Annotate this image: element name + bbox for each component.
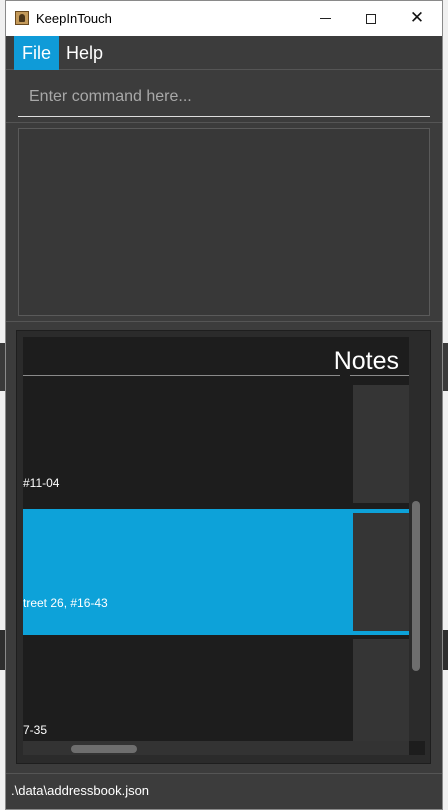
save-location: .\data\addressbook.json [11, 783, 150, 798]
horizontal-scrollbar-track[interactable] [23, 741, 409, 755]
minimize-button[interactable] [302, 1, 348, 36]
notes-header-line [350, 375, 409, 376]
row-address: 7-35 [23, 723, 48, 737]
notes-cell [353, 639, 409, 741]
command-box [18, 79, 430, 117]
menu-help[interactable]: Help [58, 36, 111, 70]
maximize-icon [366, 13, 376, 24]
divider [6, 122, 442, 123]
close-button[interactable]: ✕ [394, 1, 440, 36]
row-address: treet 26, #16-43 [23, 596, 108, 610]
notes-cell [353, 513, 409, 631]
vertical-scrollbar[interactable] [412, 501, 420, 671]
app-icon [15, 11, 29, 25]
maximize-button[interactable] [348, 1, 394, 36]
result-display [18, 128, 430, 316]
person-list-panel: Notes #11-04 treet 26, #16-43 7-35 [16, 330, 431, 764]
horizontal-scrollbar-thumb[interactable] [71, 745, 137, 753]
menu-bar: File Help [6, 36, 442, 70]
list-item[interactable]: #11-04 [23, 383, 409, 509]
list-item-selected[interactable]: treet 26, #16-43 [23, 509, 409, 635]
status-bar: .\data\addressbook.json [6, 773, 442, 809]
menu-file[interactable]: File [14, 36, 60, 70]
title-bar: KeepInTouch ✕ [6, 1, 442, 36]
command-input[interactable] [18, 79, 430, 115]
window-title: KeepInTouch [36, 11, 112, 26]
notes-column-header: Notes [333, 347, 399, 375]
notes-cell [353, 385, 409, 503]
app-window: KeepInTouch ✕ File Help Notes #11-04 [5, 0, 443, 810]
close-icon: ✕ [409, 8, 425, 28]
person-list[interactable]: Notes #11-04 treet 26, #16-43 7-35 [23, 337, 409, 741]
list-item[interactable]: 7-35 [23, 635, 409, 741]
minimize-icon [319, 18, 331, 19]
column-header-line [23, 375, 340, 376]
scrollbar-corner [409, 741, 425, 755]
divider [6, 321, 442, 322]
row-address: #11-04 [23, 476, 60, 490]
